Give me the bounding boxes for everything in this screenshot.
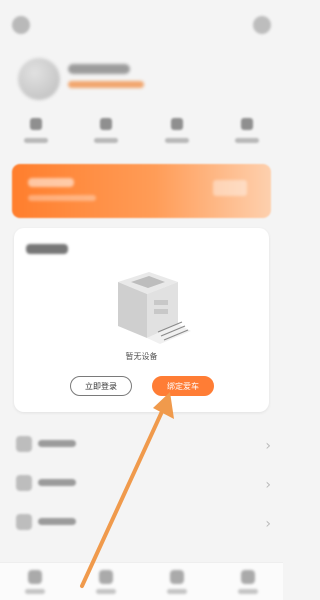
list-item-2[interactable]: ›	[12, 465, 271, 503]
quick-actions	[14, 118, 269, 152]
nav-item-4-icon	[240, 569, 255, 584]
profile-header[interactable]	[18, 58, 218, 100]
device-icon	[118, 272, 191, 344]
quick-action-2-label-blurred	[94, 138, 119, 143]
quick-action-4-icon	[240, 118, 253, 130]
list-item-2-icon	[16, 475, 32, 491]
user-subtitle-blurred	[68, 81, 144, 88]
quick-action-1-label-blurred	[24, 138, 48, 143]
avatar[interactable]	[18, 58, 60, 100]
nav-item-1-label-blurred	[25, 588, 46, 594]
list-item-3-label-blurred	[38, 518, 76, 525]
list-item-1[interactable]: ›	[12, 426, 271, 464]
promo-banner[interactable]	[12, 164, 271, 218]
nav-item-3-label-blurred	[166, 588, 187, 594]
banner-title-blurred	[28, 178, 74, 187]
empty-device-text: 暂无设备	[125, 352, 158, 361]
login-now-button[interactable]: 立即登录	[70, 376, 132, 396]
nav-item-2-icon	[99, 569, 114, 584]
quick-action-3-label-blurred	[164, 138, 189, 143]
bottom-navigation	[0, 562, 283, 600]
settings-icon[interactable]	[12, 16, 30, 34]
settings-list: › › ›	[12, 426, 271, 543]
quick-action-1-icon	[30, 118, 42, 130]
nav-item-4-label-blurred	[237, 588, 258, 594]
top-bar	[12, 16, 271, 36]
card-title-blurred	[26, 244, 68, 254]
quick-action-1[interactable]	[14, 118, 58, 152]
nav-item-4[interactable]	[226, 569, 270, 594]
nav-item-2[interactable]	[84, 569, 128, 594]
list-item-3[interactable]: ›	[12, 504, 271, 542]
list-item-2-label-blurred	[38, 479, 76, 486]
message-icon[interactable]	[253, 16, 271, 34]
banner-subtitle-blurred	[28, 195, 96, 201]
quick-action-2-icon	[100, 118, 113, 130]
nav-item-3[interactable]	[155, 569, 199, 594]
user-name-blurred	[68, 64, 130, 74]
my-device-card: 暂无设备 立即登录 绑定爱车	[14, 228, 269, 412]
nav-item-1[interactable]	[13, 569, 57, 594]
quick-action-4-label-blurred	[234, 138, 259, 143]
bind-car-button[interactable]: 绑定爱车	[152, 376, 214, 396]
chevron-right-icon: ›	[265, 438, 271, 454]
chevron-right-icon: ›	[265, 477, 271, 493]
quick-action-3[interactable]	[155, 118, 199, 152]
list-item-1-icon	[16, 436, 32, 452]
list-item-1-label-blurred	[38, 440, 76, 447]
nav-item-2-label-blurred	[96, 588, 117, 594]
device-action-row: 立即登录 绑定爱车	[14, 376, 269, 396]
quick-action-2[interactable]	[84, 118, 128, 152]
list-item-3-icon	[16, 514, 32, 530]
chevron-right-icon: ›	[265, 516, 271, 532]
nav-item-3-icon	[169, 569, 184, 584]
nav-item-1-icon	[28, 569, 43, 584]
quick-action-3-icon	[170, 118, 183, 130]
quick-action-4[interactable]	[225, 118, 269, 152]
banner-logo-blurred	[213, 180, 247, 196]
my-page-screen: 暂无设备 立即登录 绑定爱车 › › ›	[0, 0, 283, 600]
